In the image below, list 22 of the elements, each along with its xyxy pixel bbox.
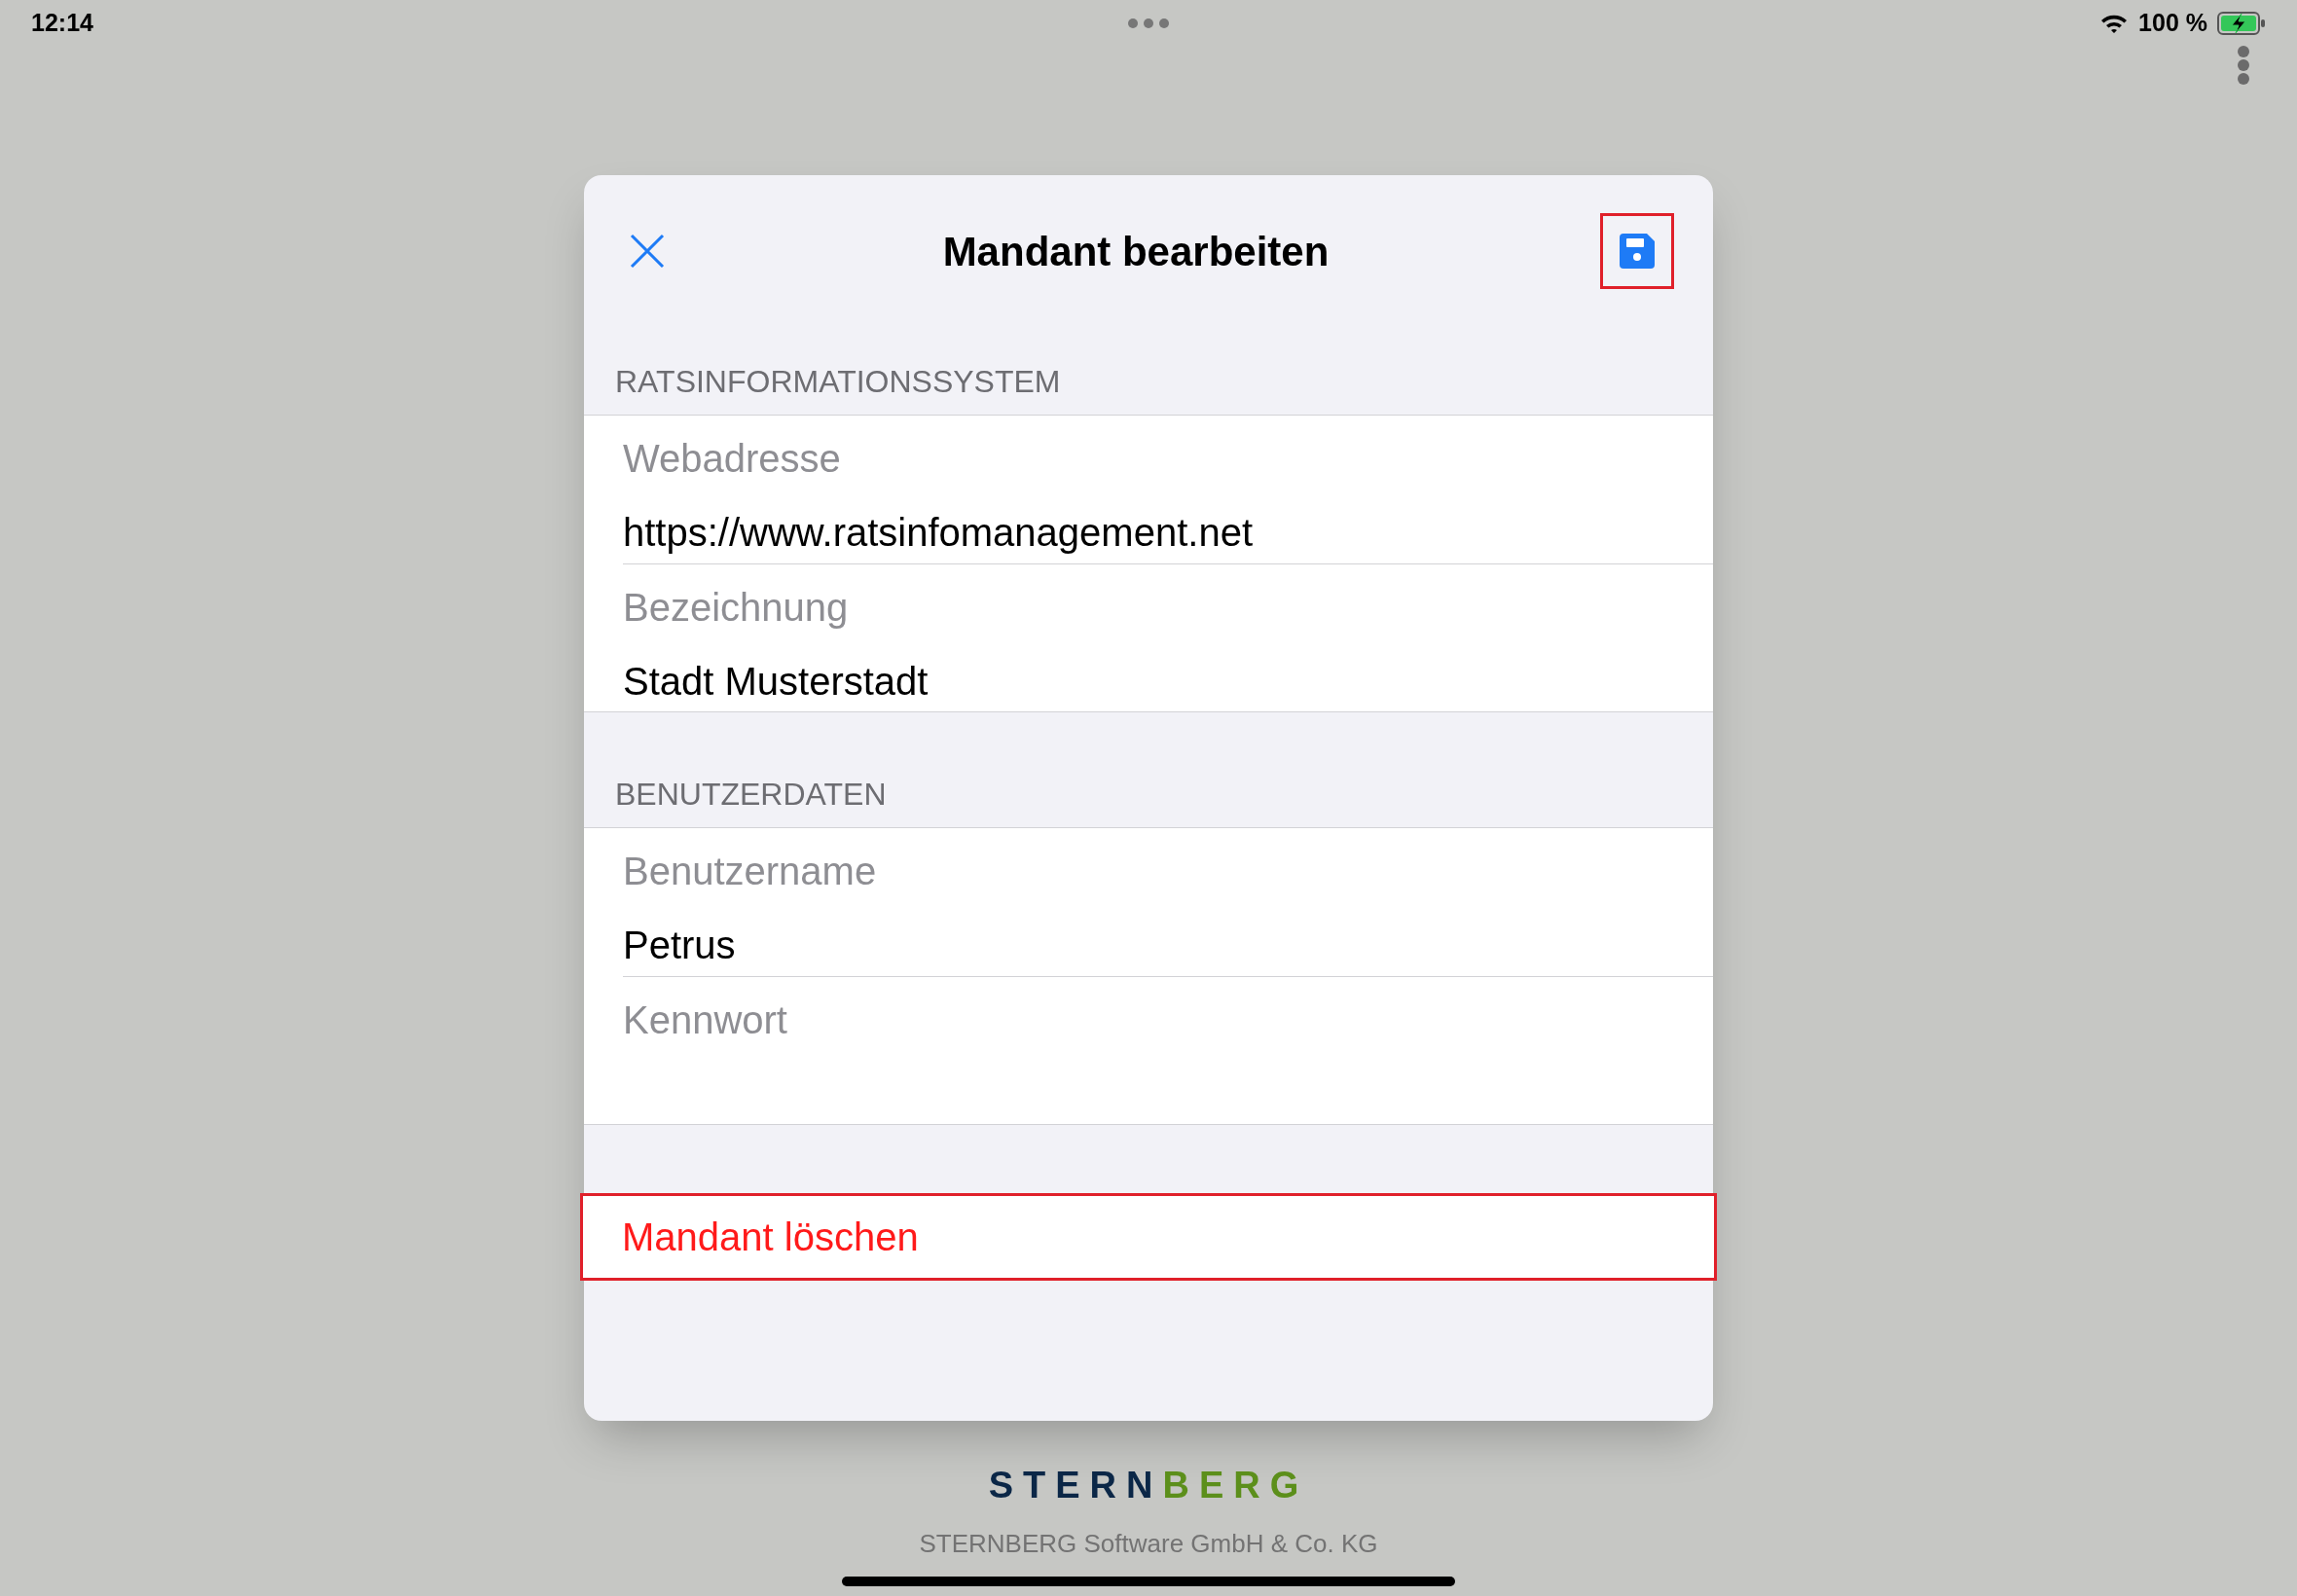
status-time: 12:14 xyxy=(31,8,94,39)
logo-text: STERN xyxy=(988,1464,1163,1507)
input-field[interactable]: https://www.ratsinfomanagement.net xyxy=(623,503,1713,562)
input-field[interactable]: Petrus xyxy=(623,916,1713,974)
battery-percent: 100 % xyxy=(2138,8,2207,39)
field-label: Bezeichnung xyxy=(623,585,850,631)
field-label: Webadresse xyxy=(623,436,842,482)
company-name: STERNBERG Software GmbH & Co. KG xyxy=(919,1528,1378,1560)
section-header: BENUTZERDATEN xyxy=(614,776,888,814)
more-vertical-icon[interactable] xyxy=(2237,45,2250,86)
field-label: Benutzername xyxy=(623,849,878,894)
dialog-title: Mandant bearbeiten xyxy=(942,227,1330,276)
section-header: RATSINFORMATIONSSYSTEM xyxy=(614,363,1062,401)
more-dots-icon xyxy=(1127,18,1170,29)
delete-button[interactable]: Mandant löschen xyxy=(580,1193,1717,1281)
input-field[interactable]: Stadt Musterstadt xyxy=(623,652,1713,710)
logo-text: BERG xyxy=(1162,1464,1309,1507)
wifi-icon xyxy=(2099,13,2130,34)
save-button[interactable] xyxy=(1600,213,1674,289)
close-icon xyxy=(630,234,665,269)
field-label: Kennwort xyxy=(623,998,788,1043)
save-icon xyxy=(1620,234,1655,269)
